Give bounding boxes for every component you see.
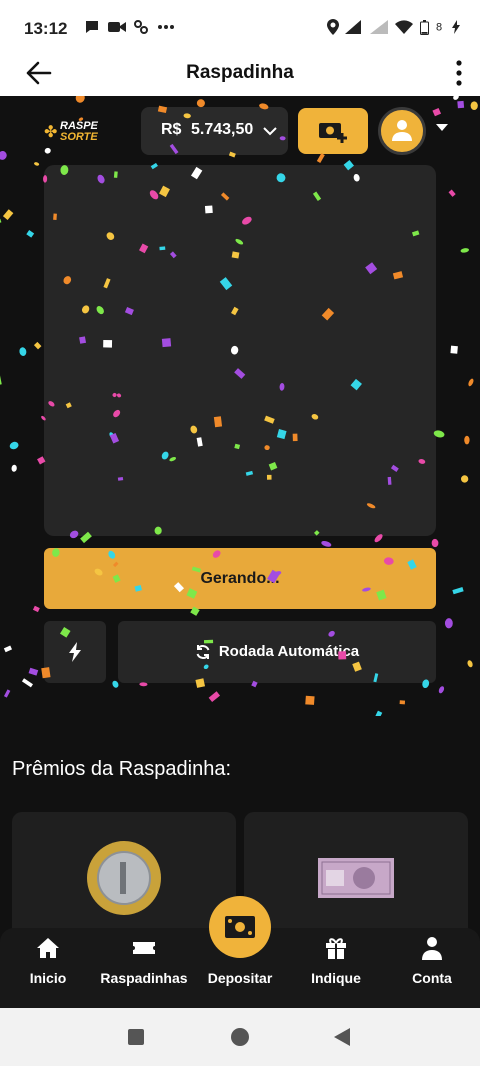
deposit-fab[interactable] xyxy=(209,896,271,958)
confetti-piece xyxy=(26,230,35,238)
lightning-icon xyxy=(69,642,81,662)
more-notifications-icon xyxy=(157,25,174,30)
confetti-piece xyxy=(432,107,442,117)
refresh-icon xyxy=(196,645,210,660)
site-logo[interactable]: ✤ RASPE SORTE xyxy=(44,118,114,144)
user-icon xyxy=(392,120,412,141)
confetti-piece xyxy=(431,538,439,548)
status-bar: 13:12 8 xyxy=(0,0,480,50)
logo-text-bottom: SORTE xyxy=(60,131,98,143)
auto-round-button[interactable]: Rodada Automática xyxy=(118,621,436,683)
confetti-piece xyxy=(399,700,406,705)
charging-icon xyxy=(452,20,460,35)
balance-amount: 5.743,50 xyxy=(191,121,254,138)
confetti-piece xyxy=(444,618,453,629)
confetti-piece xyxy=(0,375,2,386)
confetti-piece xyxy=(450,345,458,354)
scratch-card-area[interactable] xyxy=(44,165,436,536)
video-icon xyxy=(108,22,127,33)
confetti-piece xyxy=(2,209,14,221)
currency-label: R$ xyxy=(161,121,182,138)
more-options-icon[interactable] xyxy=(454,56,464,90)
home-button-icon[interactable] xyxy=(230,1027,250,1047)
confetti-piece xyxy=(468,378,474,387)
confetti-piece xyxy=(470,101,478,110)
clover-icon: ✤ xyxy=(44,124,58,141)
wifi-icon xyxy=(395,20,414,35)
chat-icon xyxy=(86,21,98,34)
chevron-down-icon xyxy=(263,127,277,136)
user-avatar[interactable] xyxy=(378,107,426,155)
coin-icon xyxy=(87,841,161,915)
confetti-piece xyxy=(112,680,119,688)
app-bar: Raspadinha xyxy=(0,50,480,96)
status-time: 13:12 xyxy=(24,19,68,38)
add-funds-button[interactable] xyxy=(298,108,368,154)
notification-icons xyxy=(84,18,175,35)
confetti-piece xyxy=(452,587,464,595)
recent-apps-icon[interactable] xyxy=(128,1029,144,1045)
confetti-piece xyxy=(438,686,445,694)
confetti-piece xyxy=(44,147,51,154)
confetti-piece xyxy=(19,347,27,356)
signal-weak-icon xyxy=(370,20,389,35)
page-title: Raspadinha xyxy=(186,62,294,83)
system-navigation-bar xyxy=(0,1008,480,1066)
confetti-piece xyxy=(448,189,456,197)
nav-label: Depositar xyxy=(207,970,273,986)
nav-label: Raspadinhas xyxy=(100,970,188,986)
turbo-button[interactable] xyxy=(44,621,106,683)
confetti-piece xyxy=(208,691,221,703)
nav-label: Conta xyxy=(412,970,452,986)
confetti-piece xyxy=(21,678,33,688)
confetti-piece xyxy=(305,695,315,705)
confetti-piece xyxy=(321,540,332,547)
confetti-piece xyxy=(11,464,17,472)
location-icon xyxy=(326,19,339,36)
back-button-icon[interactable] xyxy=(334,1028,350,1046)
confetti-piece xyxy=(28,667,39,676)
nav-item-conta[interactable]: Conta xyxy=(384,928,480,1008)
auto-round-label: Rodada Automática xyxy=(218,643,360,660)
battery-level: 8 xyxy=(435,21,446,34)
account-menu-caret-icon[interactable] xyxy=(436,124,448,131)
cash-icon xyxy=(225,916,255,938)
confetti-piece xyxy=(460,475,469,483)
wallet-add-icon xyxy=(319,123,347,143)
confetti-piece xyxy=(316,153,325,164)
generating-button[interactable]: Gerando... xyxy=(44,548,436,609)
confetti-piece xyxy=(32,605,40,613)
nav-label: Inicio xyxy=(29,970,67,986)
nav-item-inicio[interactable]: Inicio xyxy=(0,928,96,1008)
prizes-heading: Prêmios da Raspadinha: xyxy=(12,758,232,780)
signal-icon xyxy=(345,20,362,35)
system-icons: 8 xyxy=(326,18,460,36)
confetti-piece xyxy=(33,341,42,350)
banknote-icon xyxy=(318,858,394,898)
confetti-piece xyxy=(453,96,459,100)
confetti-piece xyxy=(467,660,473,668)
balance-selector[interactable]: R$ 5.743,50 xyxy=(141,107,288,155)
app-icon xyxy=(134,20,149,35)
user-icon xyxy=(422,937,442,960)
confetti-piece xyxy=(3,645,13,653)
confetti-piece xyxy=(375,710,383,716)
confetti-piece xyxy=(9,441,19,450)
gift-icon xyxy=(326,938,346,959)
confetti-piece xyxy=(460,248,470,253)
confetti-piece xyxy=(0,150,7,160)
confetti-piece xyxy=(0,218,2,225)
battery-icon xyxy=(420,19,430,35)
confetti-piece xyxy=(3,689,11,698)
app-screen: 13:12 8 Raspadinha ✤ RASPE SORTE R$ 5.74… xyxy=(0,0,480,1066)
home-icon xyxy=(37,938,59,958)
confetti-piece xyxy=(75,96,85,103)
ticket-icon xyxy=(133,942,155,954)
confetti-piece xyxy=(457,100,465,109)
confetti-piece xyxy=(464,435,470,445)
nav-item-raspadinhas[interactable]: Raspadinhas xyxy=(96,928,192,1008)
confetti-piece xyxy=(34,162,40,166)
nav-label: Indique xyxy=(311,970,361,986)
nav-item-indique[interactable]: Indique xyxy=(288,928,384,1008)
